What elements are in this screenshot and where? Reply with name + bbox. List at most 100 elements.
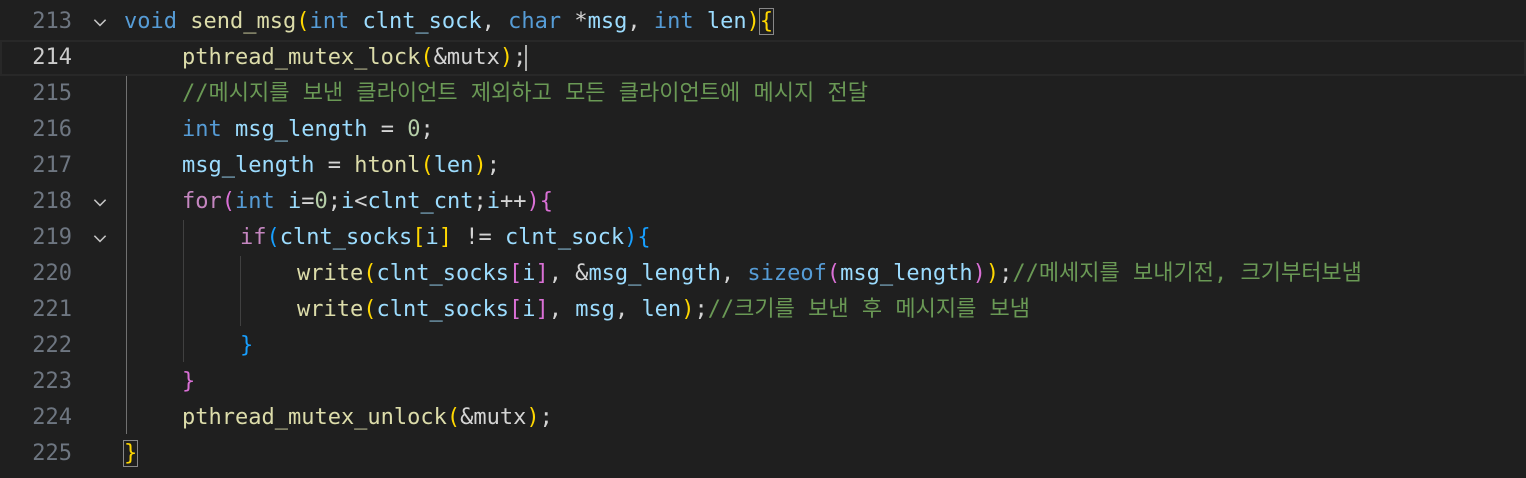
code-line[interactable]: 218 for(int i=0;i<clnt_cnt;i++){ — [0, 184, 1526, 220]
code-text: } — [240, 328, 253, 364]
code-token: ) — [985, 261, 1000, 286]
code-token: ( — [826, 261, 841, 286]
code-line[interactable]: 225 } — [0, 436, 1526, 472]
code-token: if — [240, 225, 267, 250]
code-line[interactable]: 216 int msg_length = 0; — [0, 112, 1526, 148]
code-token: = — [301, 189, 315, 214]
chevron-down-icon[interactable] — [86, 184, 114, 220]
code-token: ( — [221, 189, 235, 214]
code-token: * — [561, 9, 588, 34]
code-token: ; — [473, 189, 487, 214]
code-token: [ — [412, 225, 426, 250]
code-token: int — [235, 189, 275, 214]
code-token: ] — [535, 261, 549, 286]
code-token: ; — [486, 153, 500, 178]
code-token: ) — [499, 45, 514, 70]
code-token: } — [122, 440, 139, 467]
code-token: != — [451, 225, 505, 250]
code-token: clnt_socks — [376, 261, 509, 286]
code-text: pthread_mutex_unlock(&mutx); — [182, 400, 553, 436]
code-token: ( — [420, 45, 434, 70]
code-line[interactable]: 223 } — [0, 364, 1526, 400]
code-token: i — [486, 189, 500, 214]
code-token: , & — [548, 261, 589, 286]
code-line[interactable]: 217 msg_length = htonl(len); — [0, 148, 1526, 184]
code-token: ) — [972, 261, 986, 286]
line-number: 219 — [32, 225, 72, 250]
code-token: clnt_sock — [504, 225, 625, 250]
code-text: if(clnt_socks[i] != clnt_sock){ — [240, 220, 651, 256]
code-token: i — [341, 189, 355, 214]
code-token: i — [522, 297, 536, 322]
code-line[interactable]: 213 void send_msg(int clnt_sock, char *m… — [0, 4, 1526, 40]
code-token: write — [297, 297, 364, 322]
code-editor[interactable]: 213 void send_msg(int clnt_sock, char *m… — [0, 0, 1526, 478]
line-number: 221 — [32, 297, 72, 322]
code-token: len — [706, 9, 747, 34]
code-token: void — [124, 9, 177, 34]
code-token: len — [641, 297, 682, 322]
code-token: { — [637, 225, 651, 250]
code-token: , — [627, 9, 654, 34]
code-token: ++ — [499, 189, 527, 214]
code-token: ( — [446, 405, 461, 430]
code-token: msg — [575, 297, 615, 322]
code-token: ; — [539, 405, 553, 430]
code-token: msg_length — [182, 153, 315, 178]
code-token: = — [314, 153, 355, 178]
code-token: ; — [999, 261, 1013, 286]
line-number: 218 — [32, 189, 72, 214]
code-line-current[interactable]: 214 pthread_mutex_lock(&mutx); — [0, 40, 1526, 76]
code-line[interactable]: 219 if(clnt_socks[i] != clnt_sock){ — [0, 220, 1526, 256]
code-text: int msg_length = 0; — [182, 112, 434, 148]
code-token: { — [758, 8, 775, 35]
code-token: , — [548, 297, 576, 322]
code-token: 0 — [407, 117, 421, 142]
code-line[interactable]: 224 pthread_mutex_unlock(&mutx); — [0, 400, 1526, 436]
code-token: ; — [513, 45, 527, 70]
code-token: ; — [694, 297, 708, 322]
code-token: i — [425, 225, 439, 250]
code-token: int — [653, 9, 694, 34]
line-number: 215 — [32, 81, 72, 106]
code-token: int — [309, 9, 350, 34]
code-token: ] — [535, 297, 549, 322]
line-number: 220 — [32, 261, 72, 286]
code-token: < — [354, 189, 368, 214]
code-line[interactable]: 222 } — [0, 328, 1526, 364]
code-token: send_msg — [190, 9, 297, 34]
code-token: clnt_socks — [279, 225, 413, 250]
code-text: //메시지를 보낸 클라이언트 제외하고 모든 클라이언트에 메시지 전달 — [182, 76, 868, 112]
code-token: ( — [266, 225, 280, 250]
line-number: 225 — [32, 441, 72, 466]
code-token: &mutx — [460, 405, 527, 430]
line-number: 217 — [32, 153, 72, 178]
code-token: write — [297, 261, 364, 286]
code-text: pthread_mutex_lock(&mutx); — [182, 40, 528, 76]
code-token: msg_length — [235, 117, 368, 142]
code-token: [ — [508, 261, 523, 286]
code-line[interactable]: 215 //메시지를 보낸 클라이언트 제외하고 모든 클라이언트에 메시지 전… — [0, 76, 1526, 112]
line-number: 223 — [32, 369, 72, 394]
code-token: int — [182, 117, 222, 142]
code-token: ( — [420, 153, 434, 178]
code-line[interactable]: 220 write(clnt_socks[i], &msg_length, si… — [0, 256, 1526, 292]
code-token: len — [433, 153, 474, 178]
code-token: ( — [363, 261, 377, 286]
code-token: ] — [438, 225, 452, 250]
code-token: ) — [746, 9, 760, 34]
code-token: //크기를 보낸 후 메시지를 보냄 — [707, 297, 1031, 322]
code-token: ( — [363, 297, 377, 322]
code-text: write(clnt_socks[i], &msg_length, sizeof… — [297, 256, 1362, 292]
code-token: char — [508, 9, 562, 34]
code-token: msg_length — [588, 261, 721, 286]
code-token: ( — [296, 9, 310, 34]
line-number: 224 — [32, 405, 72, 430]
code-line[interactable]: 221 write(clnt_socks[i], msg, len);//크기를… — [0, 292, 1526, 328]
chevron-down-icon[interactable] — [86, 220, 114, 256]
chevron-down-icon[interactable] — [86, 4, 114, 40]
code-token: ) — [526, 405, 540, 430]
code-token: clnt_socks — [376, 297, 509, 322]
